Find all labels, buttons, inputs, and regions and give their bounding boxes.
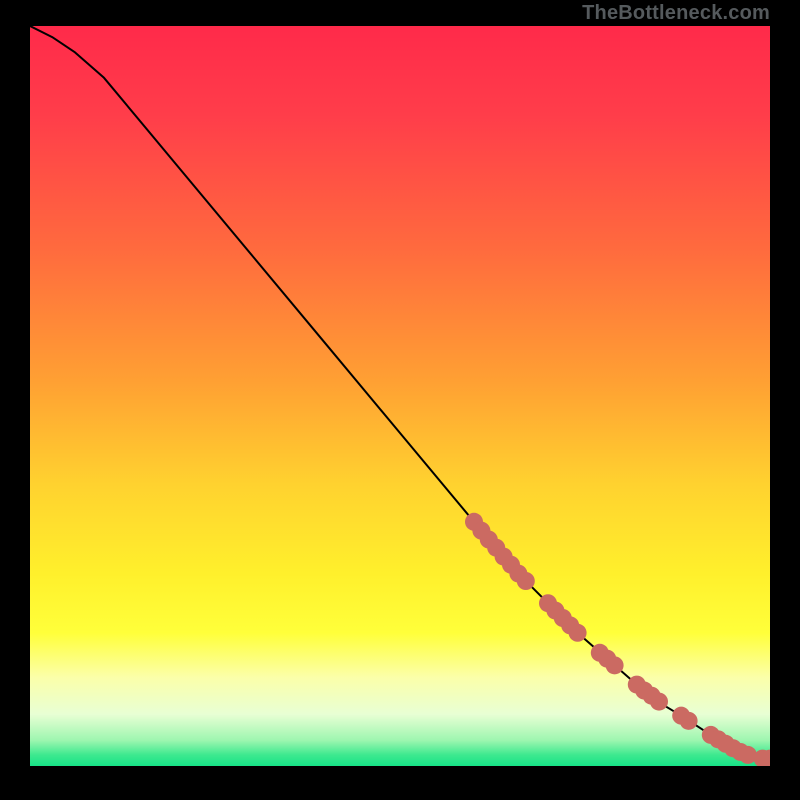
plot-area <box>30 26 770 766</box>
data-point <box>569 624 587 642</box>
gradient-background <box>30 26 770 766</box>
watermark-text: TheBottleneck.com <box>582 2 770 25</box>
data-point <box>517 572 535 590</box>
chart-stage: TheBottleneck.com <box>0 0 800 800</box>
data-point <box>680 712 698 730</box>
data-point <box>606 656 624 674</box>
data-point <box>650 693 668 711</box>
chart-svg <box>30 26 770 766</box>
